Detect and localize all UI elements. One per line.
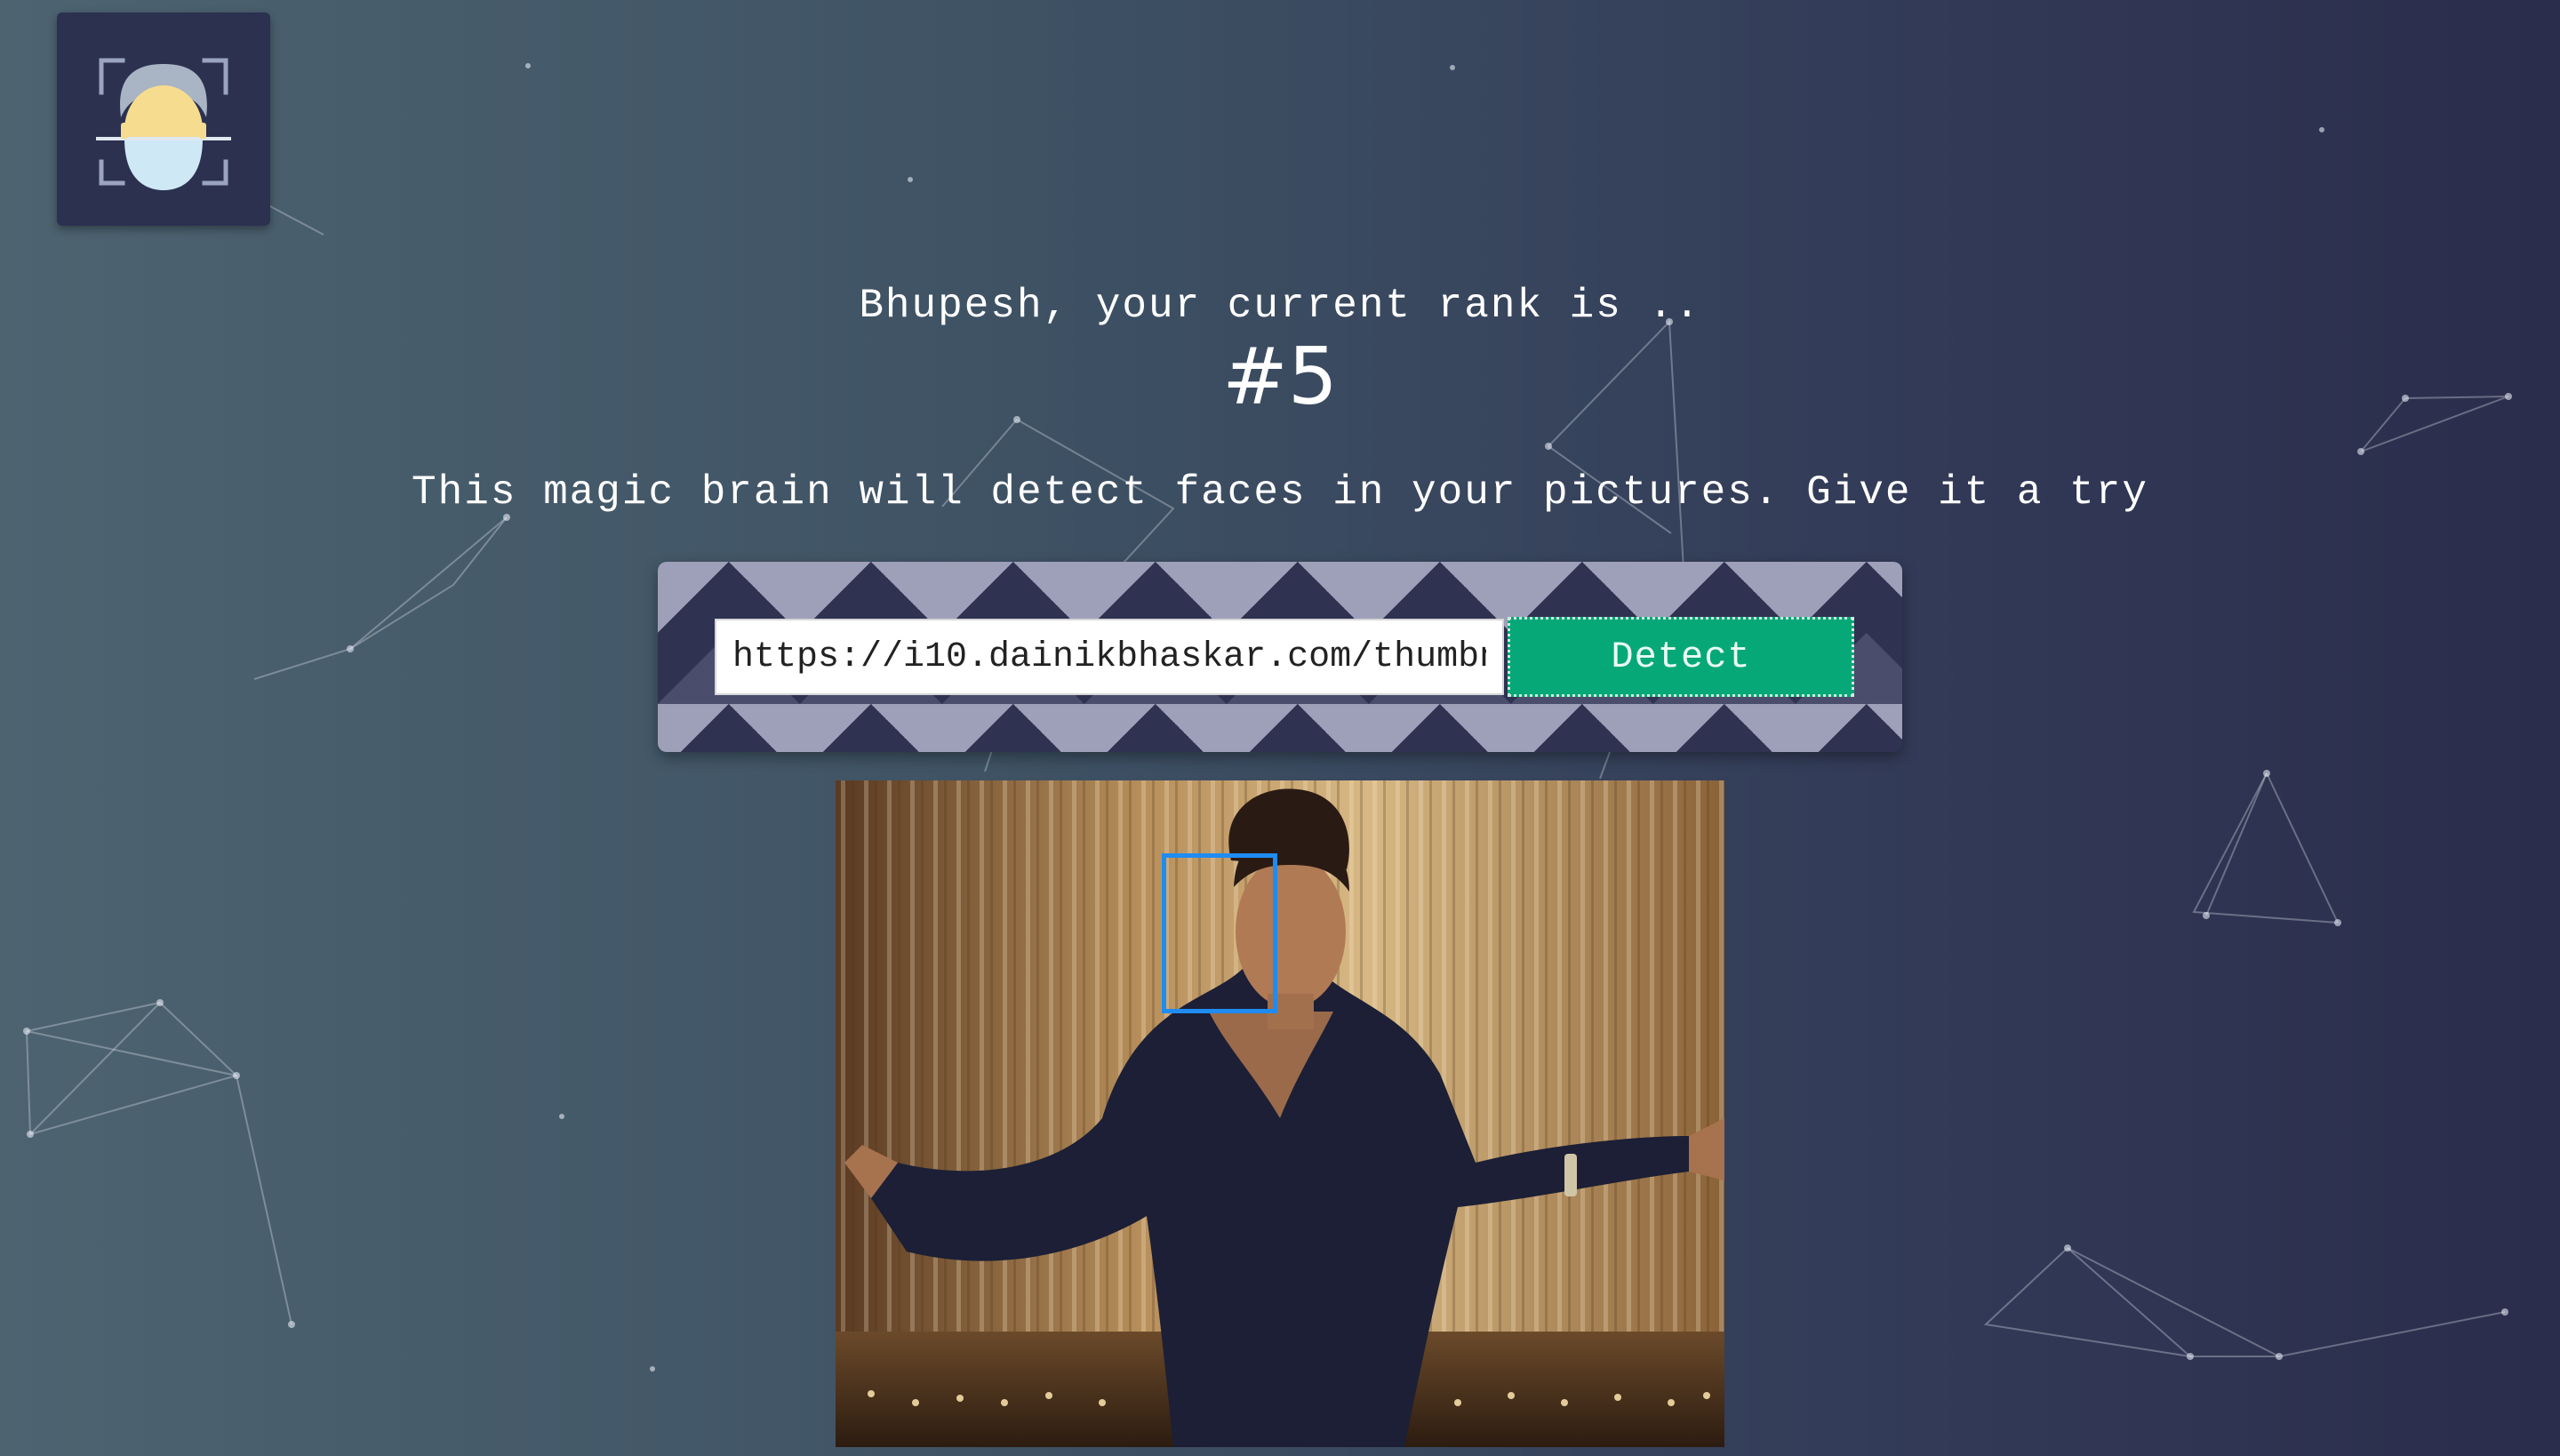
rank-value: #5 xyxy=(1222,331,1338,422)
url-form-panel: Detect xyxy=(658,562,1902,752)
face-bounding-box xyxy=(1162,853,1277,1013)
app-logo[interactable] xyxy=(57,12,270,226)
result-image xyxy=(836,780,1724,1447)
rank-greeting: Bhupesh, your current rank is .. xyxy=(859,283,1701,329)
face-recognition-icon xyxy=(96,58,231,190)
app-description: This magic brain will detect faces in yo… xyxy=(412,469,2148,516)
image-url-input[interactable] xyxy=(715,619,1504,695)
detect-button[interactable]: Detect xyxy=(1508,617,1854,697)
detected-photo xyxy=(836,780,1724,1447)
